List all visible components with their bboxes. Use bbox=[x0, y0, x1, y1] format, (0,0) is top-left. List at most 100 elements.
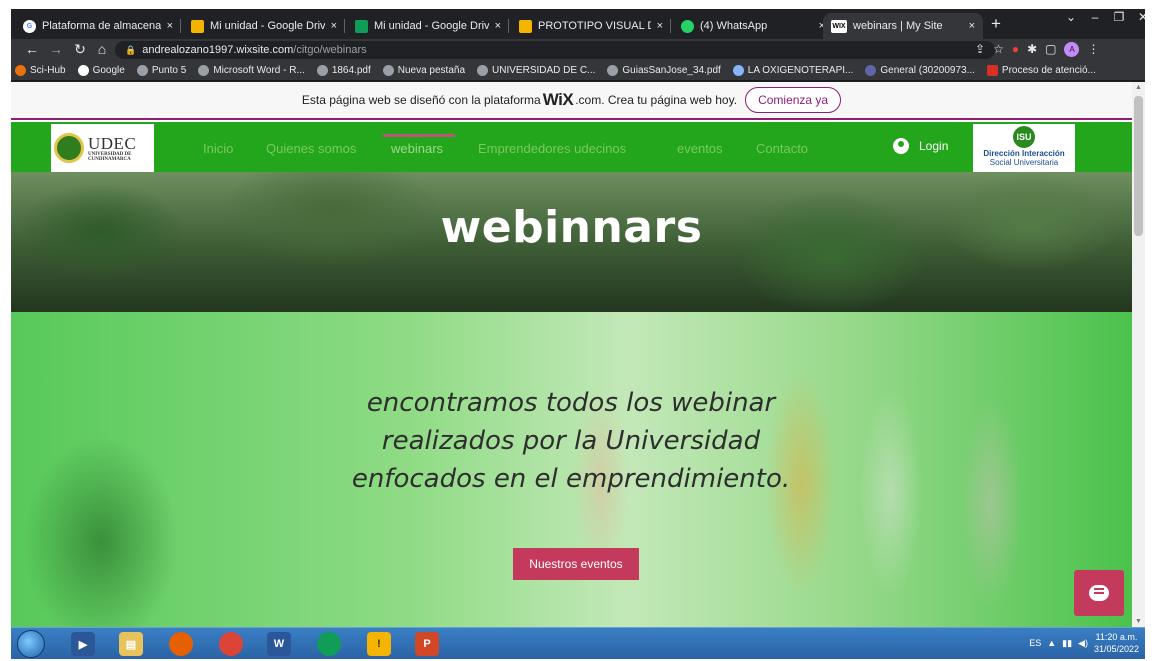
reload-icon[interactable]: ↻ bbox=[71, 41, 89, 58]
isu-logo[interactable]: ISU Dirección Interacción Social Univers… bbox=[973, 124, 1075, 172]
language-indicator[interactable]: ES bbox=[1029, 638, 1041, 648]
clock[interactable]: 11:20 a.m. 31/05/2022 bbox=[1094, 631, 1139, 655]
intro-section: encontramos todos los webinar realizados… bbox=[11, 312, 1132, 627]
word-icon[interactable]: W bbox=[267, 632, 291, 656]
kebab-menu-icon[interactable]: ⋮ bbox=[1087, 42, 1099, 57]
star-icon[interactable]: ☆ bbox=[993, 42, 1004, 57]
chat-icon bbox=[1089, 585, 1109, 601]
bookmark-item[interactable]: Sci-Hub bbox=[15, 65, 66, 76]
powerpoint-icon[interactable]: P bbox=[415, 632, 439, 656]
bookmark-label: LA OXIGENOTERAPI... bbox=[747, 65, 854, 76]
bookmark-label: Microsoft Word - R... bbox=[213, 65, 305, 76]
system-tray: ES ▲ ▮▮ ◀) 11:20 a.m. 31/05/2022 bbox=[1029, 631, 1139, 655]
sidepanel-icon[interactable]: ▢ bbox=[1045, 42, 1056, 57]
udec-logo[interactable]: UDEC UNIVERSIDAD DE CUNDINAMARCA bbox=[51, 124, 154, 172]
screenshot: G Plataforma de almacenam × Mi unidad - … bbox=[0, 0, 1157, 661]
nav-webinars[interactable]: webinars bbox=[391, 141, 443, 156]
nav-inicio[interactable]: Inicio bbox=[203, 141, 233, 156]
tab-title: PROTOTIPO VISUAL DE LA bbox=[538, 20, 651, 32]
lock-icon: 🔒 bbox=[125, 44, 137, 55]
bookmark-item[interactable]: GuiasSanJose_34.pdf bbox=[607, 65, 721, 76]
bookmark-icon bbox=[986, 65, 998, 76]
back-icon[interactable]: ← bbox=[23, 41, 41, 57]
intro-line: realizados por la Universidad bbox=[381, 426, 761, 456]
tab-prototipo[interactable]: PROTOTIPO VISUAL DE LA × bbox=[511, 13, 671, 39]
bookmark-item[interactable]: UNIVERSIDAD DE C... bbox=[477, 65, 595, 76]
udec-logo-sub: UNIVERSIDAD DE CUNDINAMARCA bbox=[88, 151, 132, 162]
browser-toolbar: ← → ↻ ⌂ 🔒 andrealozano1997.wixsite.com /… bbox=[11, 39, 1145, 61]
tab-drive-1[interactable]: Mi unidad - Google Drive × bbox=[183, 13, 345, 39]
bookmark-label: Nueva pestaña bbox=[397, 65, 466, 76]
tab-title: Mi unidad - Google Drive bbox=[374, 20, 489, 32]
wix-banner-text: Esta página web se diseñó con la platafo… bbox=[301, 93, 541, 107]
firefox-icon[interactable] bbox=[169, 632, 193, 656]
volume-icon[interactable]: ◀) bbox=[1078, 638, 1088, 649]
warning-icon[interactable]: ! bbox=[367, 632, 391, 656]
whatsapp-icon bbox=[681, 19, 694, 33]
scroll-up-icon[interactable]: ▲ bbox=[1135, 84, 1142, 91]
start-button[interactable] bbox=[17, 630, 45, 658]
bookmark-item[interactable]: Nueva pestaña bbox=[382, 65, 466, 76]
bookmark-item[interactable]: 1864.pdf bbox=[316, 65, 371, 76]
nav-eventos[interactable]: eventos bbox=[677, 141, 723, 156]
chevron-down-icon[interactable]: ⌄ bbox=[1059, 9, 1083, 27]
extensions-puzzle-icon[interactable]: ✱ bbox=[1027, 42, 1037, 57]
page-viewport: Esta página web se diseñó con la platafo… bbox=[11, 82, 1145, 627]
udec-logo-text: UDEC UNIVERSIDAD DE CUNDINAMARCA bbox=[88, 135, 154, 162]
globe-icon bbox=[136, 65, 148, 76]
close-icon[interactable]: × bbox=[495, 20, 501, 32]
chrome-active-icon[interactable] bbox=[317, 632, 341, 656]
bookmark-item[interactable]: General (30200973... bbox=[865, 65, 975, 76]
close-icon[interactable]: × bbox=[969, 20, 975, 32]
wix-icon: WIX bbox=[831, 19, 847, 33]
file-explorer-icon[interactable]: ▤ bbox=[119, 632, 143, 656]
page-title: webinnars bbox=[440, 202, 703, 253]
address-bar[interactable]: 🔒 andrealozano1997.wixsite.com /citgo/we… bbox=[115, 41, 995, 59]
close-icon[interactable]: × bbox=[331, 20, 337, 32]
minimize-icon[interactable]: – bbox=[1083, 9, 1107, 27]
tray-arrow-icon[interactable]: ▲ bbox=[1047, 638, 1056, 648]
tab-plataforma[interactable]: G Plataforma de almacenam × bbox=[15, 13, 181, 39]
forward-icon[interactable]: → bbox=[47, 41, 65, 57]
maximize-icon[interactable]: ❐ bbox=[1107, 9, 1131, 27]
bookmark-item[interactable]: LA OXIGENOTERAPI... bbox=[732, 65, 854, 76]
new-tab-button[interactable]: + bbox=[991, 14, 1001, 34]
nav-emprendedores[interactable]: Emprendedores udecinos bbox=[478, 141, 626, 156]
bookmark-item[interactable]: Proceso de atenció... bbox=[986, 65, 1096, 76]
chrome-icon[interactable] bbox=[219, 632, 243, 656]
bookmark-item[interactable]: Google bbox=[77, 65, 125, 76]
chat-button[interactable] bbox=[1074, 570, 1124, 616]
tab-drive-2[interactable]: Mi unidad - Google Drive × bbox=[347, 13, 509, 39]
tab-webinars-active[interactable]: WIX webinars | My Site × bbox=[823, 13, 983, 39]
close-icon[interactable]: × bbox=[657, 20, 663, 32]
media-player-icon[interactable]: ▶ bbox=[71, 632, 95, 656]
page-scrollbar[interactable]: ▲ ▼ bbox=[1132, 82, 1145, 627]
tab-whatsapp[interactable]: (4) WhatsApp × bbox=[673, 13, 833, 39]
share-icon[interactable]: ⇪ bbox=[975, 42, 985, 57]
site-header: UDEC UNIVERSIDAD DE CUNDINAMARCA Inicio … bbox=[11, 122, 1132, 172]
tab-title: Plataforma de almacenam bbox=[42, 20, 161, 32]
close-window-icon[interactable]: ✕ bbox=[1131, 9, 1145, 27]
wix-logo: WiX bbox=[542, 90, 574, 109]
tab-separator bbox=[670, 19, 671, 33]
login-button[interactable]: Login bbox=[893, 138, 948, 154]
bookmark-item[interactable]: Punto 5 bbox=[136, 65, 186, 76]
tab-title: webinars | My Site bbox=[853, 20, 943, 32]
isu-badge: ISU bbox=[1013, 126, 1035, 148]
close-icon[interactable]: × bbox=[167, 20, 173, 32]
profile-avatar[interactable]: A bbox=[1064, 42, 1080, 57]
drive-icon bbox=[355, 19, 368, 33]
nav-contacto[interactable]: Contacto bbox=[756, 141, 808, 156]
scrollbar-thumb[interactable] bbox=[1134, 96, 1143, 236]
udec-seal-icon bbox=[54, 133, 84, 163]
user-icon bbox=[893, 138, 909, 154]
wix-cta-button[interactable]: Comienza ya bbox=[745, 87, 842, 113]
scroll-down-icon[interactable]: ▼ bbox=[1135, 618, 1142, 625]
bookmark-item[interactable]: Microsoft Word - R... bbox=[198, 65, 305, 76]
extension-shield-icon[interactable]: ● bbox=[1012, 42, 1019, 57]
network-icon[interactable]: ▮▮ bbox=[1062, 638, 1072, 649]
nuestros-eventos-button[interactable]: Nuestros eventos bbox=[513, 548, 639, 580]
home-icon[interactable]: ⌂ bbox=[93, 41, 111, 57]
bookmark-label: GuiasSanJose_34.pdf bbox=[622, 65, 721, 76]
nav-quienes-somos[interactable]: Quienes somos bbox=[266, 141, 356, 156]
